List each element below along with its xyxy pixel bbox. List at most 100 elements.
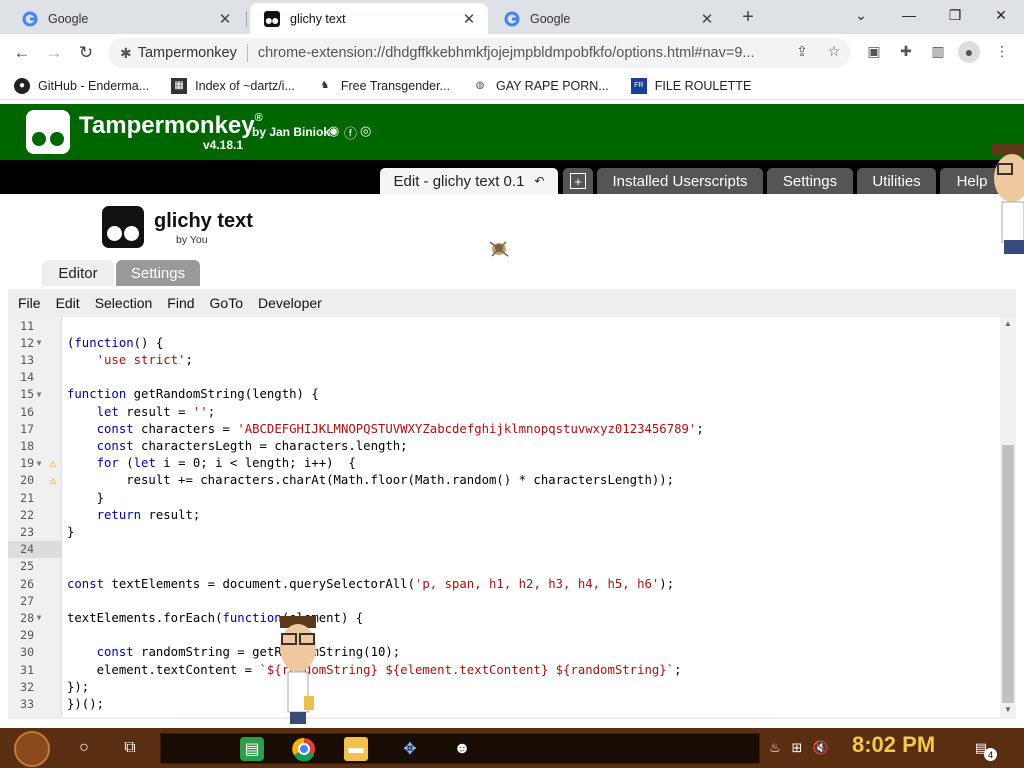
- app-title: Tampermonkey®: [79, 112, 263, 139]
- folder-icon[interactable]: ▬: [344, 737, 368, 761]
- bookmark-item[interactable]: ▦ Index of ~dartz/i...: [171, 77, 295, 94]
- forward-arrow-icon[interactable]: →: [42, 41, 66, 65]
- search-circle-icon[interactable]: ○: [72, 736, 96, 760]
- github-icon: ●: [14, 77, 30, 94]
- code-area[interactable]: 11 12 ▼ (function() {13 'use strict'; 14 15 ▼ f…: [8, 317, 1000, 717]
- github-icon[interactable]: ◉: [328, 123, 339, 139]
- code-line[interactable]: 12 ▼ (function() {: [8, 334, 1000, 351]
- code-line[interactable]: 28 ▼ textElements.forEach(function(element…: [8, 609, 1000, 626]
- code-line[interactable]: 31 element.textContent = `${randomString…: [8, 661, 1000, 678]
- code-line[interactable]: 21 }: [8, 489, 1000, 506]
- minimize-button[interactable]: —: [886, 2, 932, 28]
- code-line[interactable]: 29: [8, 627, 1000, 644]
- fold-arrow-icon[interactable]: ▼: [34, 338, 44, 347]
- volume-muted-icon[interactable]: 🔇: [812, 740, 830, 756]
- scroll-thumb[interactable]: [1002, 445, 1014, 703]
- subtab-editor[interactable]: Editor: [42, 260, 114, 286]
- menu-developer[interactable]: Developer: [258, 295, 322, 311]
- close-icon[interactable]: ✕: [460, 10, 478, 28]
- code-line[interactable]: 32});: [8, 678, 1000, 695]
- code-line[interactable]: 15 ▼ function getRandomString(length) {: [8, 386, 1000, 403]
- task-view-icon[interactable]: ⧉: [118, 736, 142, 760]
- fold-arrow-icon[interactable]: ▼: [34, 459, 44, 468]
- share-icon[interactable]: ⇪: [792, 41, 812, 61]
- side-panel-icon[interactable]: ▥: [928, 41, 948, 61]
- bookmark-item[interactable]: ● GitHub - Enderma...: [14, 77, 149, 94]
- subtab-settings[interactable]: Settings: [116, 260, 200, 286]
- code-text: result += characters.charAt(Math.floor(M…: [67, 473, 675, 488]
- scroll-up-icon[interactable]: ▲: [1000, 317, 1016, 331]
- code-line[interactable]: 33})();: [8, 695, 1000, 712]
- bookmark-star-icon[interactable]: ☆: [824, 41, 844, 61]
- code-line[interactable]: 22 return result;: [8, 506, 1000, 523]
- menu-selection[interactable]: Selection: [95, 295, 153, 311]
- code-line[interactable]: 27: [8, 592, 1000, 609]
- menu-find[interactable]: Find: [167, 295, 194, 311]
- network-app-icon[interactable]: ✥: [398, 737, 422, 761]
- reset-icon[interactable]: ↶: [534, 174, 544, 188]
- flame-icon[interactable]: ♨: [766, 740, 784, 756]
- menu-file[interactable]: File: [18, 295, 41, 311]
- code-line[interactable]: 11: [8, 317, 1000, 334]
- code-line[interactable]: 20 ⚠ result += characters.charAt(Math.flo…: [8, 472, 1000, 489]
- tab-label: Settings: [782, 172, 838, 190]
- reload-icon[interactable]: ↻: [74, 41, 98, 65]
- extension-icon[interactable]: ▣: [864, 41, 884, 61]
- close-icon[interactable]: ✕: [698, 10, 716, 28]
- code-text: })();: [67, 696, 105, 711]
- browser-tab-google-2[interactable]: Google ✕: [490, 3, 726, 34]
- chrome-icon[interactable]: [292, 737, 316, 761]
- code-line[interactable]: 17 const characters = 'ABCDEFGHIJKLMNOPQ…: [8, 420, 1000, 437]
- start-button[interactable]: [14, 731, 50, 767]
- restore-button[interactable]: ❐: [932, 2, 978, 28]
- editor-scrollbar[interactable]: ▲ ▼: [1000, 317, 1016, 717]
- taskbar-clock[interactable]: 8:02 PM: [852, 732, 935, 758]
- bookmark-item[interactable]: ◍ GAY RAPE PORN...: [472, 78, 609, 94]
- code-line[interactable]: 25: [8, 558, 1000, 575]
- profile-avatar-icon[interactable]: ●: [958, 41, 980, 63]
- close-icon[interactable]: ✕: [216, 10, 234, 28]
- new-script-button[interactable]: +: [563, 168, 593, 194]
- menu-goto[interactable]: GoTo: [210, 295, 243, 311]
- menu-edit[interactable]: Edit: [56, 295, 80, 311]
- more-menu-icon[interactable]: ⋮: [992, 41, 1012, 61]
- line-number: 27: [20, 593, 34, 608]
- sheets-icon[interactable]: ▤: [240, 737, 264, 761]
- tab-edit-script[interactable]: Edit - glichy text 0.1 ↶: [380, 168, 558, 194]
- tab-search-chevron-icon[interactable]: ⌄: [838, 2, 884, 28]
- browser-tab-glichy-text[interactable]: glichy text ✕: [250, 3, 488, 34]
- code-line[interactable]: 23}: [8, 523, 1000, 540]
- code-line[interactable]: 14: [8, 369, 1000, 386]
- browser-tab-google-1[interactable]: Google ✕: [8, 3, 244, 34]
- network-icon[interactable]: ⊞: [788, 740, 806, 756]
- extensions-puzzle-icon[interactable]: ✚: [896, 41, 916, 61]
- tab-utilities[interactable]: Utilities: [857, 168, 936, 194]
- line-number: 12: [20, 335, 34, 350]
- code-line[interactable]: 19 ▼ ⚠ for (let i = 0; i < length; i++) {: [8, 455, 1000, 472]
- close-window-button[interactable]: ✕: [978, 2, 1024, 28]
- new-tab-button[interactable]: +: [736, 5, 760, 29]
- code-line[interactable]: 26 const textElements = document.querySel…: [8, 575, 1000, 592]
- code-line[interactable]: 13 'use strict';: [8, 351, 1000, 368]
- code-line[interactable]: 30 const randomString = getRandomString(…: [8, 644, 1000, 661]
- code-line[interactable]: 16 let result = '';: [8, 403, 1000, 420]
- code-line[interactable]: 24: [8, 540, 1000, 558]
- instagram-icon[interactable]: ◎: [360, 123, 371, 139]
- scroll-down-icon[interactable]: ▼: [1000, 703, 1016, 717]
- facebook-icon[interactable]: ⓕ: [344, 123, 357, 142]
- back-arrow-icon[interactable]: ←: [10, 41, 34, 65]
- code-text: let result = '';: [96, 404, 216, 419]
- editor-menu-bar: File Edit Selection Find GoTo Developer: [8, 289, 1016, 317]
- url-text[interactable]: chrome-extension://dhdgffkkebhmkfjojejmp…: [258, 45, 778, 61]
- tab-settings[interactable]: Settings: [767, 168, 853, 194]
- bookmark-item[interactable]: ♞ Free Transgender...: [317, 78, 450, 94]
- google-icon: [22, 11, 38, 26]
- code-line[interactable]: 18 const charactersLegth = characters.le…: [8, 437, 1000, 454]
- fold-arrow-icon[interactable]: ▼: [34, 613, 44, 622]
- bookmark-item[interactable]: FR FILE ROULETTE: [630, 77, 751, 94]
- tab-installed-userscripts[interactable]: Installed Userscripts: [597, 168, 763, 194]
- line-number: 25: [20, 559, 34, 574]
- character-app-icon[interactable]: ☻: [450, 737, 474, 761]
- fold-arrow-icon[interactable]: ▼: [34, 390, 44, 399]
- address-bar[interactable]: ✱ Tampermonkey chrome-extension://dhdgff…: [108, 38, 850, 68]
